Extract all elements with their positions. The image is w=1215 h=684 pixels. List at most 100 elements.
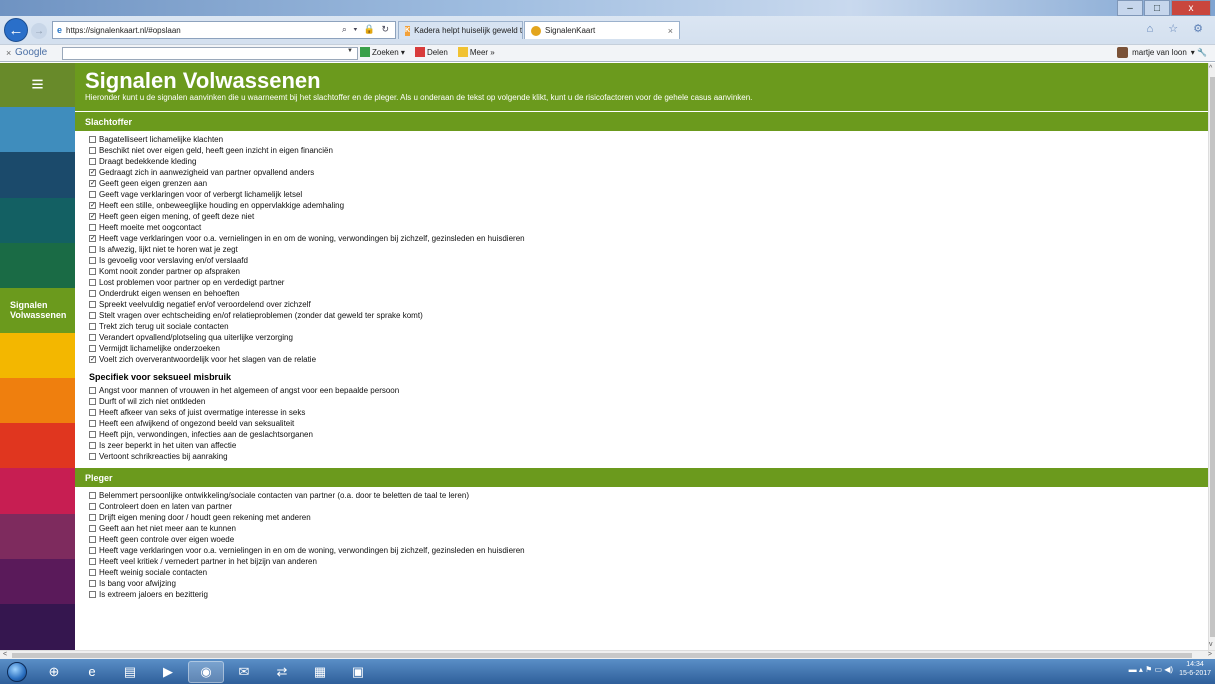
checkbox-item[interactable]: Heeft weinig sociale contacten [89,567,1194,578]
checkbox-item[interactable]: Trekt zich terug uit sociale contacten [89,321,1194,332]
checkbox-item[interactable]: Geeft vage verklaringen voor of verbergt… [89,189,1194,200]
user-menu[interactable]: martje van loon ▾ 🔧 [1117,47,1207,58]
checkbox[interactable] [89,514,96,521]
checkbox[interactable] [89,569,96,576]
tab-signalenkaart[interactable]: SignalenKaart × [524,21,680,39]
checkbox[interactable] [89,301,96,308]
checkbox[interactable] [89,409,96,416]
chevron-down-icon[interactable]: ▼ [347,48,353,54]
maximize-button[interactable]: □ [1144,0,1170,16]
checkbox-checked[interactable] [89,167,96,178]
checkbox-item[interactable]: Is bang voor afwijzing [89,578,1194,589]
checkbox[interactable] [89,547,96,554]
checkbox[interactable] [89,224,96,231]
taskbar-app[interactable]: e [74,661,110,683]
checkbox-item[interactable]: Heeft moeite met oogcontact [89,222,1194,233]
meer-button[interactable]: Meer » [457,47,495,57]
checkbox-item[interactable]: Onderdrukt eigen wensen en behoeften [89,288,1194,299]
horizontal-scrollbar[interactable]: < > [0,650,1215,659]
sidebar-item-darkpurple[interactable] [0,603,75,651]
checkbox-item[interactable]: Drijft eigen mening door / houdt geen re… [89,512,1194,523]
google-search-input[interactable] [62,47,358,60]
taskbar-app[interactable]: ⇄ [264,661,300,683]
checkbox[interactable] [89,442,96,449]
checkbox-item[interactable]: Draagt bedekkende kleding [89,156,1194,167]
checkbox-checked[interactable] [89,354,96,365]
checkbox[interactable] [89,453,96,460]
checkbox-item[interactable]: Geeft aan het niet meer aan te kunnen [89,523,1194,534]
scroll-thumb[interactable] [1210,77,1215,637]
checkbox-checked[interactable] [89,233,96,244]
sidebar-item-green[interactable] [0,242,75,288]
taskbar-app[interactable]: ⊕ [36,661,72,683]
checkbox-item[interactable]: Heeft geen eigen mening, of geeft deze n… [89,211,1194,222]
taskbar-app[interactable]: ▶ [150,661,186,683]
sidebar-item-yellow[interactable] [0,333,75,379]
checkbox-item[interactable]: Heeft vage verklaringen voor o.a. vernie… [89,545,1194,556]
back-button[interactable]: ← [4,18,28,42]
sidebar-item-red[interactable] [0,423,75,469]
checkbox-item[interactable]: Heeft afkeer van seks of juist overmatig… [89,407,1194,418]
checkbox[interactable] [89,525,96,532]
checkbox[interactable] [89,345,96,352]
checkbox-item[interactable]: Lost problemen voor partner op en verded… [89,277,1194,288]
sidebar-item-orange[interactable] [0,378,75,424]
sidebar-item-purple[interactable] [0,558,75,604]
scroll-down-icon[interactable]: v [1209,641,1213,648]
checkbox-item[interactable]: Komt nooit zonder partner op afspraken [89,266,1194,277]
checkbox-item[interactable]: Gedraagt zich in aanwezigheid van partne… [89,167,1194,178]
checkbox[interactable] [89,431,96,438]
delen-button[interactable]: Delen [414,47,448,57]
checkbox-item[interactable]: Heeft een stille, onbeweeglijke houding … [89,200,1194,211]
checkbox[interactable] [89,312,96,319]
checkbox-item[interactable]: Angst voor mannen of vrouwen in het alge… [89,385,1194,396]
checkbox-item[interactable]: Heeft pijn, verwondingen, infecties aan … [89,429,1194,440]
checkbox-item[interactable]: Controleert doen en laten van partner [89,501,1194,512]
checkbox-item[interactable]: Heeft vage verklaringen voor o.a. vernie… [89,233,1194,244]
checkbox[interactable] [89,503,96,510]
checkbox-item[interactable]: Stelt vragen over echtscheiding en/of re… [89,310,1194,321]
taskbar-app[interactable]: ▤ [112,661,148,683]
checkbox-item[interactable]: Is gevoelig voor verslaving en/of versla… [89,255,1194,266]
checkbox-item[interactable]: Geeft geen eigen grenzen aan [89,178,1194,189]
checkbox-item[interactable]: Beschikt niet over eigen geld, heeft gee… [89,145,1194,156]
checkbox[interactable] [89,257,96,264]
scroll-up-icon[interactable]: ^ [1209,65,1212,72]
checkbox-checked[interactable] [89,178,96,189]
checkbox[interactable] [89,536,96,543]
start-button[interactable] [0,660,34,684]
checkbox-checked[interactable] [89,200,96,211]
taskbar-app[interactable]: ▦ [302,661,338,683]
checkbox[interactable] [89,420,96,427]
forward-button[interactable]: → [31,23,47,39]
checkbox[interactable] [89,558,96,565]
sidebar-item-teal[interactable] [0,197,75,243]
checkbox[interactable] [89,398,96,405]
sidebar-item-plum[interactable] [0,513,75,559]
checkbox-item[interactable]: Is zeer beperkt in het uiten van affecti… [89,440,1194,451]
checkbox[interactable] [89,492,96,499]
taskbar-app[interactable]: ✉ [226,661,262,683]
checkbox[interactable] [89,136,96,143]
checkbox-item[interactable]: Durft of wil zich niet ontkleden [89,396,1194,407]
taskbar-app[interactable]: ▣ [340,661,376,683]
taskbar-app[interactable]: ◉ [188,660,224,683]
checkbox[interactable] [89,147,96,154]
checkbox[interactable] [89,246,96,253]
clock[interactable]: 14:34 15-6-2017 [1179,660,1211,678]
checkbox-item[interactable]: Heeft veel kritiek / vernedert partner i… [89,556,1194,567]
checkbox[interactable] [89,591,96,598]
zoeken-button[interactable]: Zoeken ▾ [360,47,405,57]
tab-kadera[interactable]: K Kadera helpt huiselijk geweld t... [398,21,523,39]
scroll-left-icon[interactable]: < [3,651,7,658]
scroll-thumb-h[interactable] [12,653,1192,658]
checkbox-item[interactable]: Vertoont schrikreacties bij aanraking [89,451,1194,462]
checkbox[interactable] [89,387,96,394]
checkbox-item[interactable]: Verandert opvallend/plotseling qua uiter… [89,332,1194,343]
checkbox[interactable] [89,290,96,297]
checkbox-item[interactable]: Vermijdt lichamelijke onderzoeken [89,343,1194,354]
close-tab-icon[interactable]: × [668,26,673,36]
checkbox-item[interactable]: Voelt zich oververantwoordelijk voor het… [89,354,1194,365]
checkbox[interactable] [89,334,96,341]
sidebar-item-signalen-volwassenen[interactable]: Signalen Volwassenen [0,287,75,334]
